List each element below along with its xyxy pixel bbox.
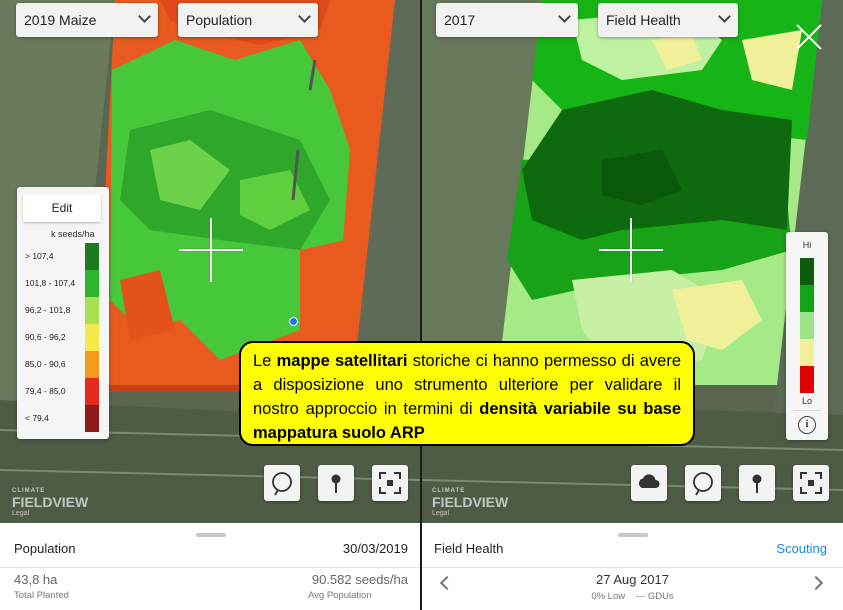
legend-row-label: 85,0 - 90,6	[25, 359, 66, 369]
drag-handle[interactable]	[196, 533, 226, 537]
drag-handle[interactable]	[618, 533, 648, 537]
sheet-title: Population	[14, 541, 76, 556]
fullscreen-icon	[379, 472, 401, 494]
legend-swatch	[85, 351, 99, 378]
fieldview-logo: CLIMATE FIELDVIEW Legal	[12, 488, 88, 517]
cloud-icon	[638, 474, 660, 488]
legend-swatch	[800, 285, 814, 312]
crosshair-icon	[179, 218, 243, 282]
crosshair-icon	[599, 218, 663, 282]
legend-row-label: < 79,4	[25, 413, 49, 423]
close-icon[interactable]	[794, 22, 824, 52]
chevron-down-icon	[558, 10, 571, 23]
legend-unit: k seeds/ha	[51, 229, 95, 239]
layer-dropdown-value: Field Health	[606, 12, 681, 28]
legend-swatch	[85, 297, 99, 324]
divider	[422, 567, 843, 568]
legend-row: 85,0 - 90,6	[17, 351, 109, 378]
chevron-down-icon	[718, 10, 731, 23]
layer-dropdown-value: Population	[186, 12, 253, 28]
pin-button[interactable]	[739, 465, 775, 501]
legend-row: 90,6 - 96,2	[17, 324, 109, 351]
legend-row: < 79,4	[17, 405, 109, 432]
fieldview-logo: CLIMATE FIELDVIEW Legal	[432, 488, 508, 517]
left-map-panel: 2019 Maize Population Edit k seeds/ha > …	[0, 0, 420, 610]
layer-dropdown[interactable]: Field Health	[598, 3, 738, 37]
location-dot	[289, 317, 298, 326]
sheet-date: 30/03/2019	[342, 541, 408, 556]
health-date: 27 Aug 2017	[595, 572, 670, 587]
legend-swatch	[85, 405, 99, 432]
legend-row-label: 79,4 - 85,0	[25, 386, 66, 396]
divider	[793, 410, 821, 411]
divider	[0, 567, 420, 568]
legend-swatch	[800, 339, 814, 366]
legend-hi: Hi	[802, 240, 812, 250]
avg-population-value: 90.582 seeds/ha	[311, 572, 408, 587]
season-dropdown-value: 2017	[444, 12, 476, 28]
lasso-icon	[693, 472, 713, 496]
population-legend: Edit k seeds/ha > 107,4 101,8 - 107,4 96…	[17, 187, 109, 439]
bottom-sheet: Field Health Scouting 27 Aug 2017 0% Low…	[422, 523, 843, 610]
legend-swatch	[85, 270, 99, 297]
legend-swatch	[800, 366, 814, 393]
legend-row: > 107,4	[17, 243, 109, 270]
legend-lo: Lo	[801, 396, 812, 406]
legend-swatch	[85, 378, 99, 405]
legend-row-label: 96,2 - 101,8	[25, 305, 71, 315]
info-icon[interactable]: i	[798, 416, 816, 434]
gdus: --- GDUs	[635, 591, 674, 602]
legend-swatch	[800, 258, 814, 285]
fullscreen-icon	[800, 472, 822, 494]
legend-row-label: 90,6 - 96,2	[25, 332, 66, 342]
lasso-icon	[272, 472, 292, 496]
layer-dropdown[interactable]: Population	[178, 3, 318, 37]
total-planted-label: Total Planted	[14, 590, 69, 601]
logo-legal[interactable]: Legal	[432, 510, 508, 517]
season-dropdown[interactable]: 2019 Maize	[16, 3, 158, 37]
lasso-button[interactable]	[685, 465, 721, 501]
legend-row: 101,8 - 107,4	[17, 270, 109, 297]
legend-swatch	[85, 243, 99, 270]
season-dropdown[interactable]: 2017	[436, 3, 578, 37]
lasso-button[interactable]	[264, 465, 300, 501]
callout-text-1: Le	[253, 352, 277, 370]
legend-row: 79,4 - 85,0	[17, 378, 109, 405]
chevron-down-icon	[298, 10, 311, 23]
total-planted-value: 43,8 ha	[14, 572, 58, 587]
health-stats: 0% Low --- GDUs	[422, 591, 843, 602]
legend-swatch	[85, 324, 99, 351]
fullscreen-button[interactable]	[793, 465, 829, 501]
edit-button[interactable]: Edit	[23, 194, 101, 222]
right-map-panel: 2017 Field Health Hi Lo i CLIMATE FIELDV…	[422, 0, 843, 610]
avg-population-label: Avg Population	[308, 590, 372, 601]
season-dropdown-value: 2019 Maize	[24, 12, 97, 28]
legend-row-label: > 107,4	[25, 251, 54, 261]
pct-low: 0% Low	[591, 591, 626, 602]
pin-button[interactable]	[318, 465, 354, 501]
sheet-title: Field Health	[434, 541, 504, 556]
cloud-button[interactable]	[631, 465, 667, 501]
scouting-link[interactable]: Scouting	[776, 541, 827, 556]
legend-row-label: 101,8 - 107,4	[25, 278, 76, 288]
legend-swatch	[800, 312, 814, 339]
pin-icon	[331, 474, 341, 493]
health-legend: Hi Lo i	[786, 232, 828, 440]
chevron-down-icon	[138, 10, 151, 23]
fullscreen-button[interactable]	[372, 465, 408, 501]
logo-line2: FIELDVIEW	[12, 494, 89, 510]
logo-line2: FIELDVIEW	[432, 494, 509, 510]
bottom-sheet: Population 30/03/2019 43,8 ha Total Plan…	[0, 523, 420, 610]
pin-icon	[752, 474, 762, 493]
callout-bold-1: mappe satellitari	[276, 352, 408, 370]
annotation-callout: Le mappe satellitari storiche ci hanno p…	[239, 341, 695, 446]
logo-legal[interactable]: Legal	[12, 510, 88, 517]
legend-row: 96,2 - 101,8	[17, 297, 109, 324]
